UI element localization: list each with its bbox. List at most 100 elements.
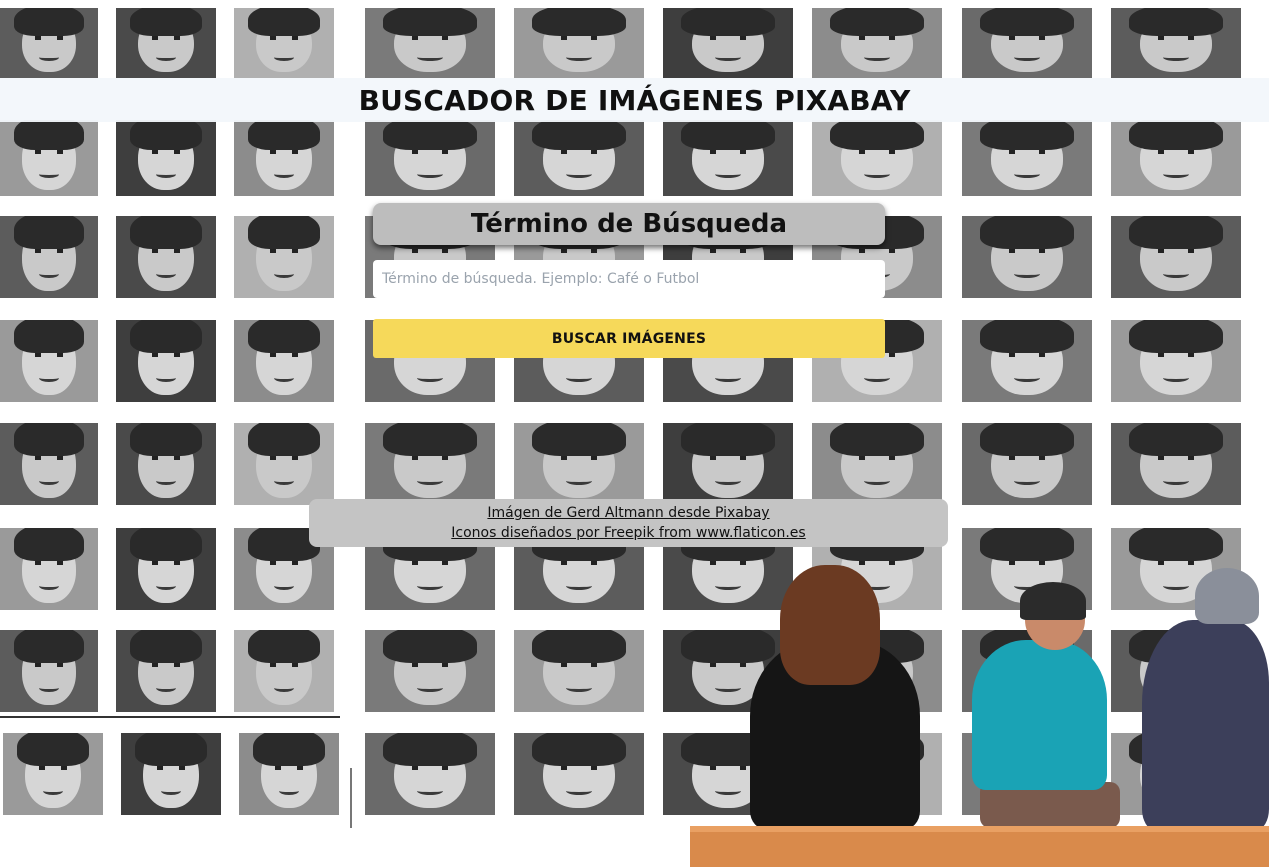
- portrait-tile: [234, 216, 334, 298]
- portrait-hair: [532, 733, 626, 766]
- portrait-eyes: [411, 248, 449, 253]
- portrait-mouth: [156, 684, 176, 693]
- portrait-tile: [116, 216, 216, 298]
- portrait-eyes: [858, 36, 896, 40]
- portrait-mouth: [279, 787, 299, 796]
- portrait-eyes: [270, 455, 298, 460]
- portrait-tile: [3, 733, 103, 815]
- portrait-eyes: [157, 765, 185, 770]
- portrait-tile: [116, 120, 216, 196]
- portrait-eyes: [411, 662, 449, 667]
- portrait-eyes: [709, 36, 747, 40]
- portrait-eyes: [152, 352, 180, 357]
- portrait-tile: [234, 120, 334, 196]
- portrait-mouth: [274, 374, 294, 383]
- portrait-hair: [253, 733, 325, 766]
- portrait-eyes: [411, 765, 449, 770]
- portrait-tile: [1111, 216, 1241, 298]
- portrait-hair: [383, 8, 477, 36]
- portrait-mouth: [1014, 170, 1040, 178]
- search-button[interactable]: BUSCAR IMÁGENES: [373, 319, 885, 358]
- divider-line: [350, 768, 352, 828]
- portrait-eyes: [39, 765, 67, 770]
- portrait-mouth: [156, 477, 176, 486]
- portrait-mouth: [1014, 374, 1040, 383]
- portrait-tile: [514, 423, 644, 505]
- portrait-tile: [365, 630, 495, 712]
- portrait-eyes: [35, 560, 63, 565]
- portrait-hair: [1129, 320, 1223, 353]
- portrait-mouth: [1014, 477, 1040, 486]
- portrait-eyes: [709, 150, 747, 155]
- portrait-hair: [980, 320, 1074, 353]
- portrait-tile: [365, 8, 495, 78]
- person-hat: [1020, 582, 1086, 620]
- portrait-tile: [1111, 320, 1241, 402]
- portrait-tile: [663, 8, 793, 78]
- portrait-tile: [121, 733, 221, 815]
- portrait-hair: [130, 320, 202, 353]
- portrait-eyes: [709, 248, 747, 253]
- portrait-tile: [663, 120, 793, 196]
- portrait-tile: [0, 216, 98, 298]
- portrait-mouth: [566, 477, 592, 486]
- portrait-hair: [130, 8, 202, 36]
- portrait-hair: [248, 120, 320, 151]
- portrait-eyes: [35, 150, 63, 155]
- portrait-tile: [0, 120, 98, 196]
- portrait-hair: [135, 733, 207, 766]
- portrait-eyes: [560, 765, 598, 770]
- portrait-eyes: [858, 248, 896, 253]
- portrait-hair: [532, 120, 626, 151]
- portrait-eyes: [411, 150, 449, 155]
- portrait-mouth: [161, 787, 181, 796]
- icons-credit-link[interactable]: Iconos diseñados por Freepik from www.fl…: [451, 525, 805, 541]
- portrait-eyes: [858, 455, 896, 460]
- portrait-eyes: [275, 765, 303, 770]
- portrait-mouth: [156, 582, 176, 591]
- portrait-tile: [0, 630, 98, 712]
- portrait-tile: [962, 8, 1092, 78]
- portrait-eyes: [560, 36, 598, 40]
- portrait-mouth: [417, 787, 443, 796]
- portrait-eyes: [152, 248, 180, 253]
- portrait-tile: [514, 630, 644, 712]
- portrait-mouth: [566, 684, 592, 693]
- portrait-eyes: [1157, 352, 1195, 357]
- portrait-mouth: [864, 477, 890, 486]
- portrait-hair: [248, 630, 320, 663]
- portrait-hair: [1129, 528, 1223, 561]
- portrait-mouth: [864, 170, 890, 178]
- portrait-tile: [1111, 423, 1241, 505]
- portrait-mouth: [715, 170, 741, 178]
- portrait-hair: [1129, 120, 1223, 151]
- portrait-mouth: [1163, 170, 1189, 178]
- portrait-mouth: [274, 170, 294, 178]
- portrait-mouth: [156, 270, 176, 279]
- portrait-mouth: [274, 477, 294, 486]
- portrait-tile: [962, 320, 1092, 402]
- portrait-eyes: [152, 36, 180, 40]
- portrait-mouth: [566, 374, 592, 383]
- image-credit-link[interactable]: Imágen de Gerd Altmann desde Pixabay: [487, 505, 769, 521]
- portrait-mouth: [156, 374, 176, 383]
- portrait-mouth: [417, 684, 443, 693]
- portrait-eyes: [1008, 455, 1046, 460]
- portrait-hair: [248, 423, 320, 456]
- search-input[interactable]: [373, 260, 885, 298]
- portrait-eyes: [411, 36, 449, 40]
- portrait-eyes: [35, 352, 63, 357]
- header-band: BUSCADOR DE IMÁGENES PIXABAY: [0, 78, 1269, 122]
- portrait-hair: [980, 8, 1074, 36]
- person-hat: [1195, 568, 1259, 624]
- credits-box: Imágen de Gerd Altmann desde Pixabay Ico…: [309, 499, 948, 547]
- portrait-hair: [532, 423, 626, 456]
- portrait-eyes: [270, 662, 298, 667]
- portrait-tile: [962, 423, 1092, 505]
- portrait-mouth: [274, 270, 294, 279]
- portrait-mouth: [566, 170, 592, 178]
- portrait-mouth: [417, 374, 443, 383]
- portrait-tile: [514, 8, 644, 78]
- portrait-hair: [980, 528, 1074, 561]
- portrait-mouth: [1163, 477, 1189, 486]
